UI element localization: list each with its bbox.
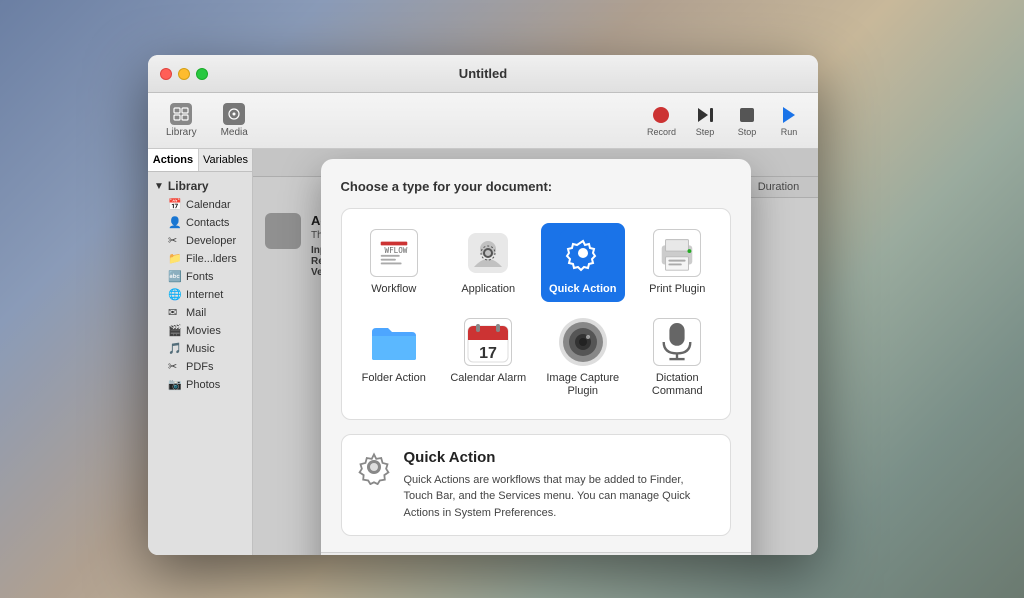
titlebar: Untitled (148, 55, 818, 93)
info-title: Quick Action (404, 449, 716, 466)
calendar-alarm-label-text: Calendar Alarm (450, 372, 526, 385)
library-label: Library (166, 127, 197, 138)
toolbar-right: Record Step Stop (641, 100, 808, 141)
step-label: Step (696, 127, 715, 137)
media-label: Media (221, 127, 248, 138)
record-icon (648, 104, 674, 126)
image-capture-label-text: Image Capture Plugin (545, 372, 622, 398)
application-label-text: Application (461, 283, 515, 296)
stop-icon (734, 104, 760, 126)
folder-action-label-text: Folder Action (362, 372, 426, 385)
image-capture-icon (559, 318, 607, 366)
media-button[interactable]: Media (213, 99, 256, 142)
run-label: Run (781, 127, 798, 137)
sidebar: Actions Variables ▼ Library 📅 Calendar 👤… (148, 149, 253, 555)
type-grid: WFLOW Workflow (341, 208, 731, 420)
type-item-workflow[interactable]: WFLOW Workflow (352, 223, 437, 302)
calendar-alarm-icon: 17 (464, 318, 512, 366)
info-desc: Quick Actions are workflows that may be … (404, 472, 716, 522)
svg-text:17: 17 (479, 345, 497, 362)
library-arrow-icon: ▼ (154, 181, 164, 192)
developer-icon: ✂ (168, 234, 182, 248)
sidebar-item-pdfs[interactable]: ✂ PDFs (148, 358, 252, 376)
main-window: Untitled Library (148, 55, 818, 555)
folder-action-icon (370, 318, 418, 366)
run-button[interactable]: Run (770, 100, 808, 141)
record-label: Record (647, 127, 676, 137)
media-icon (223, 103, 245, 125)
sidebar-library-label: Library (168, 179, 209, 193)
sidebar-item-music[interactable]: 🎵 Music (148, 340, 252, 358)
traffic-lights (160, 68, 208, 80)
tab-variables[interactable]: Variables (199, 149, 252, 171)
mail-icon: ✉ (168, 306, 182, 320)
dictation-icon (653, 318, 701, 366)
minimize-button[interactable] (178, 68, 190, 80)
library-icon (170, 103, 192, 125)
maximize-button[interactable] (196, 68, 208, 80)
info-text-area: Quick Action Quick Actions are workflows… (404, 449, 716, 522)
modal-overlay: Choose a type for your document: WFLOW (253, 149, 818, 555)
document-type-modal: Choose a type for your document: WFLOW (321, 159, 751, 555)
sidebar-item-photos[interactable]: 📷 Photos (148, 376, 252, 394)
sidebar-item-internet[interactable]: 🌐 Internet (148, 286, 252, 304)
sidebar-item-contacts[interactable]: 👤 Contacts (148, 214, 252, 232)
dictation-label-text: Dictation Command (639, 372, 716, 398)
sidebar-items: ▼ Library 📅 Calendar 👤 Contacts ✂ Develo… (148, 172, 252, 555)
step-button[interactable]: Step (686, 100, 724, 141)
sidebar-tabs: Actions Variables (148, 149, 252, 172)
photos-icon: 📷 (168, 378, 182, 392)
sidebar-item-calendar[interactable]: 📅 Calendar (148, 196, 252, 214)
content-pane: Duration r workflow. Activate F This act… (253, 149, 818, 555)
folders-icon: 📁 (168, 252, 182, 266)
svg-text:WFLOW: WFLOW (384, 246, 407, 255)
sidebar-item-fileholders[interactable]: 📁 File...lders (148, 250, 252, 268)
stop-label: Stop (738, 127, 757, 137)
quick-action-label-text: Quick Action (549, 283, 616, 296)
sidebar-item-fonts[interactable]: 🔤 Fonts (148, 268, 252, 286)
info-box: Quick Action Quick Actions are workflows… (341, 434, 731, 537)
type-item-image-capture[interactable]: Image Capture Plugin (541, 312, 626, 404)
toolbar: Library Media Record (148, 93, 818, 149)
fonts-icon: 🔤 (168, 270, 182, 284)
modal-inner: Choose a type for your document: WFLOW (321, 159, 751, 552)
quick-action-icon (559, 229, 607, 277)
window-title: Untitled (459, 66, 507, 81)
info-gear-icon (356, 449, 392, 485)
toolbar-left: Library Media (158, 99, 256, 142)
sidebar-library-header[interactable]: ▼ Library (148, 176, 252, 196)
application-icon (464, 229, 512, 277)
run-icon (776, 104, 802, 126)
print-plugin-icon (653, 229, 701, 277)
type-item-dictation[interactable]: Dictation Command (635, 312, 720, 404)
sidebar-item-mail[interactable]: ✉ Mail (148, 304, 252, 322)
record-button[interactable]: Record (641, 100, 682, 141)
music-icon: 🎵 (168, 342, 182, 356)
type-item-print-plugin[interactable]: Print Plugin (635, 223, 720, 302)
close-button[interactable] (160, 68, 172, 80)
movies-icon: 🎬 (168, 324, 182, 338)
type-item-application[interactable]: Application (446, 223, 531, 302)
tab-actions[interactable]: Actions (148, 149, 199, 171)
print-plugin-label-text: Print Plugin (649, 283, 705, 296)
type-item-quick-action[interactable]: Quick Action (541, 223, 626, 302)
pdfs-icon: ✂ (168, 360, 182, 374)
step-icon (692, 104, 718, 126)
internet-icon: 🌐 (168, 288, 182, 302)
stop-button[interactable]: Stop (728, 100, 766, 141)
modal-footer: Open an Existing Document... Close Choos… (321, 552, 751, 555)
sidebar-item-developer[interactable]: ✂ Developer (148, 232, 252, 250)
calendar-icon: 📅 (168, 198, 182, 212)
sidebar-item-movies[interactable]: 🎬 Movies (148, 322, 252, 340)
modal-heading: Choose a type for your document: (341, 179, 731, 194)
type-item-calendar-alarm[interactable]: 17 Calendar Alarm (446, 312, 531, 404)
type-item-folder-action[interactable]: Folder Action (352, 312, 437, 404)
library-button[interactable]: Library (158, 99, 205, 142)
workflow-icon: WFLOW (370, 229, 418, 277)
main-area: Actions Variables ▼ Library 📅 Calendar 👤… (148, 149, 818, 555)
contacts-icon: 👤 (168, 216, 182, 230)
workflow-label-text: Workflow (371, 283, 416, 296)
